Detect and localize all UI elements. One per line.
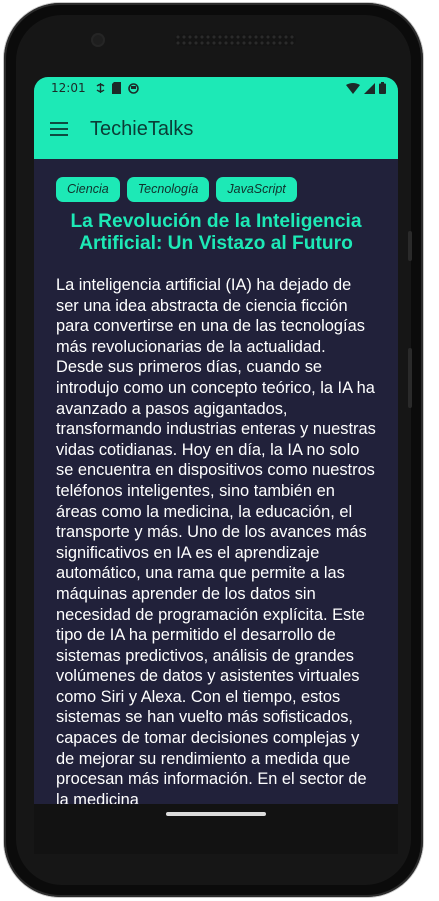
home-gesture-handle[interactable] xyxy=(166,812,266,816)
earpiece-speaker xyxy=(175,34,296,46)
system-navigation-bar xyxy=(34,804,398,854)
debug-icon xyxy=(96,83,105,93)
article-content: Ciencia Tecnología JavaScript La Revoluc… xyxy=(34,159,398,804)
front-camera xyxy=(91,33,105,47)
article-title: La Revolución de la Inteligencia Artific… xyxy=(70,211,362,254)
status-bar: 12:01 xyxy=(34,77,398,99)
volume-button xyxy=(408,231,412,261)
wifi-icon xyxy=(346,82,360,94)
sim-card-icon xyxy=(111,82,121,94)
app-bar: TechieTalks xyxy=(34,99,398,159)
tag-list: Ciencia Tecnología JavaScript xyxy=(56,177,376,202)
battery-icon xyxy=(379,82,386,94)
article-body: La inteligencia artificial (IA) ha dejad… xyxy=(56,276,376,804)
app-screen: 12:01 TechieTalks Ciencia Tecnología Jav… xyxy=(34,77,398,804)
hamburger-menu-icon[interactable] xyxy=(50,122,68,136)
app-title: TechieTalks xyxy=(90,117,194,140)
tag-ciencia[interactable]: Ciencia xyxy=(56,177,120,202)
app-notification-icon xyxy=(127,82,139,94)
signal-icon xyxy=(364,82,375,94)
tag-tecnologia[interactable]: Tecnología xyxy=(126,177,210,202)
tag-javascript[interactable]: JavaScript xyxy=(216,177,297,202)
power-button xyxy=(408,348,412,408)
status-time: 12:01 xyxy=(51,81,86,95)
